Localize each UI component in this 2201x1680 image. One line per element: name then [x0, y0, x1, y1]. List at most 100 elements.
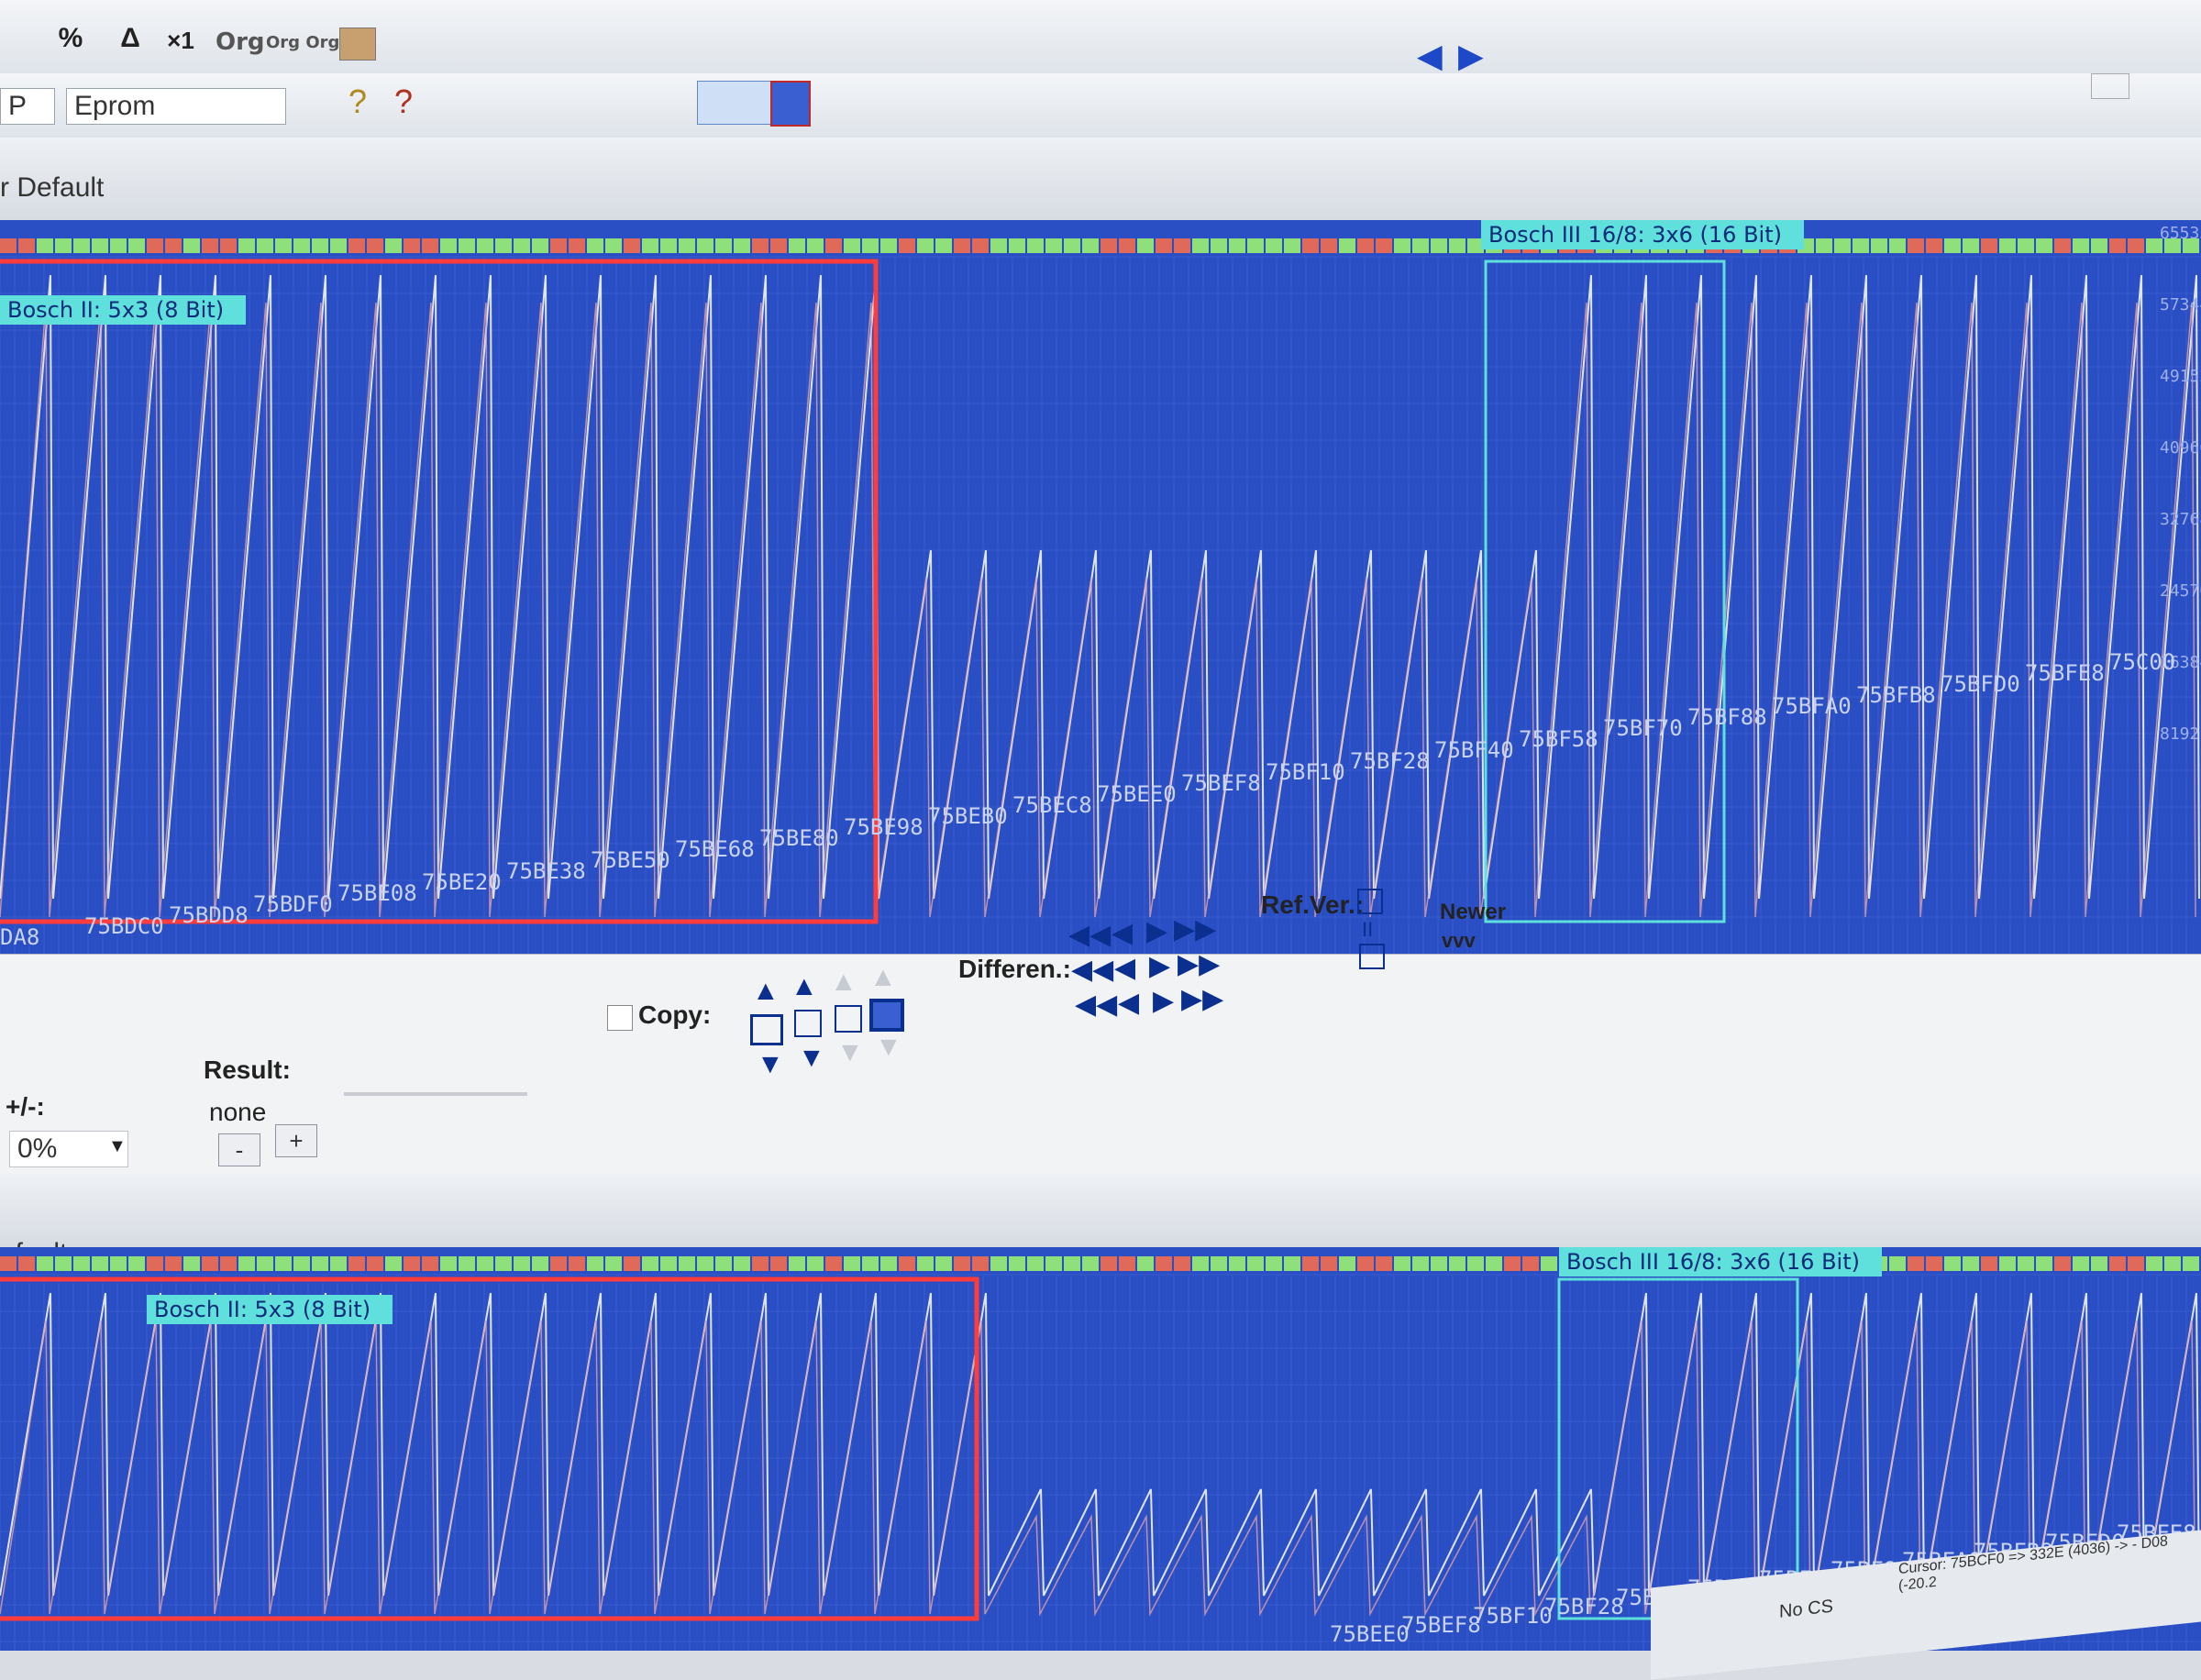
address-tick: 75BEE0: [1330, 1621, 1410, 1647]
percent-button[interactable]: %: [55, 20, 86, 57]
bottom-window-titlebar: efault: [0, 1174, 2201, 1268]
refver-label: Ref.Ver.:: [1261, 890, 1365, 919]
mode-select[interactable]: P: [0, 88, 55, 125]
view-mode-icon[interactable]: [697, 81, 781, 125]
copy-up-icon[interactable]: ▲: [752, 978, 780, 1005]
org-org-button[interactable]: Org Org: [266, 24, 339, 61]
diff-first-row3-icon[interactable]: ◀◀: [1075, 991, 1117, 1019]
copy-cols-icon[interactable]: [835, 1005, 862, 1033]
address-tick: 75BDC0: [84, 913, 164, 939]
copy-up-all-icon[interactable]: ▲: [791, 973, 818, 1000]
map-outline: [1484, 260, 1726, 923]
chevron-down-icon[interactable]: ▼: [108, 1136, 127, 1157]
address-tick: 75BF40: [1434, 737, 1514, 763]
address-tick: 75BF10: [1473, 1603, 1553, 1629]
address-tick: 75BDD8: [169, 902, 249, 928]
copy-up-disabled2-icon: ▲: [869, 962, 897, 992]
org-button[interactable]: Org: [216, 24, 265, 61]
diff-last-icon[interactable]: ▶▶: [1174, 916, 1216, 944]
context-help-icon[interactable]: ?: [394, 83, 413, 121]
address-tick: 75BF88: [1687, 704, 1767, 730]
address-tick: 75BEC8: [1012, 792, 1092, 818]
address-tick: 75BFA0: [1772, 693, 1852, 719]
svg-text:Bosch II: 5x3 (8 Bit): Bosch II: 5x3 (8 Bit): [7, 297, 224, 323]
vvv-label: vvv: [1442, 929, 1476, 952]
result-slider[interactable]: [344, 1092, 527, 1096]
address-tick: 75BE20: [422, 869, 502, 895]
top-graph[interactable]: Bosch II: 5x3 (8 Bit) Bosch III 16/8: 3x6…: [0, 220, 2201, 954]
copy-rows-icon[interactable]: [794, 1010, 822, 1037]
address-tick: 75BEE0: [1097, 781, 1177, 807]
address-tick: 75BE50: [591, 847, 670, 873]
color-swatch-icon[interactable]: [339, 28, 376, 61]
diff-prev-icon[interactable]: ◀: [1112, 920, 1133, 947]
diff-next-row2-icon[interactable]: ▶: [1149, 953, 1170, 980]
copy-checkbox[interactable]: [607, 1005, 633, 1031]
map-label-bosch-iii-bottom: Bosch III 16/8: 3x6 (16 Bit): [1559, 1247, 1882, 1277]
map-label-bosch-iii: Bosch III 16/8: 3x6 (16 Bit): [1481, 220, 1804, 249]
minimize-icon[interactable]: [2091, 73, 2129, 99]
top-graph-panel[interactable]: Bosch II: 5x3 (8 Bit) Bosch III 16/8: 3x6…: [0, 220, 2201, 954]
result-label: Result:: [204, 1056, 291, 1084]
address-tick: 75BDF0: [253, 891, 333, 917]
map-label-bosch-ii-bottom: Bosch II: 5x3 (8 Bit): [147, 1295, 393, 1324]
diff-next-row3-icon[interactable]: ▶: [1153, 988, 1174, 1015]
copy-down-icon[interactable]: ▼: [757, 1051, 784, 1078]
y-axis-tick: 57344: [2160, 295, 2201, 315]
diff-last-row3-icon[interactable]: ▶▶: [1181, 986, 1223, 1013]
diff-toolbar: +/-: 0% ▼ Result: none - + Copy: ▲ ▲ ▲ ▲…: [0, 889, 2201, 1176]
address-tick: 75BFE8: [2025, 660, 2105, 686]
plusminus-label: +/-:: [6, 1092, 45, 1121]
address-tick: 75BF70: [1603, 715, 1683, 741]
address-tick: 75BF28: [1544, 1594, 1624, 1619]
address-tick: 75BE68: [675, 836, 755, 862]
result-value: none: [209, 1098, 267, 1126]
diff-first-icon[interactable]: ◀◀: [1068, 922, 1111, 949]
newer-label: Newer: [1440, 900, 1507, 924]
copy-map-icon[interactable]: [869, 999, 904, 1032]
toolbar-second: P Eprom ? ?: [0, 73, 2201, 138]
y-axis-tick: 40960: [2160, 438, 2201, 458]
address-tick: 75BF10: [1266, 759, 1345, 785]
diff-prev-row3-icon[interactable]: ◀: [1118, 989, 1139, 1017]
address-tick: 75BEF8: [1401, 1612, 1481, 1638]
top-window-titlebar: r Default: [0, 73, 2201, 220]
address-tick: 75BFD0: [1941, 671, 2020, 697]
toolbar-top: % Δ ×1 Org Org Org ◀ ▶: [0, 0, 2201, 74]
copy-down-all-icon[interactable]: ▼: [798, 1044, 825, 1072]
y-axis-tick: 24576: [2160, 581, 2201, 601]
address-tick: 75C00: [2109, 649, 2175, 675]
address-tick: 75BE80: [759, 825, 839, 851]
address-tick: 75BFB8: [1856, 682, 1936, 708]
y-axis-tick: 8192: [2160, 724, 2199, 744]
diff-first-row2-icon[interactable]: ◀◀: [1071, 956, 1113, 984]
nav-right-icon[interactable]: ▶: [1458, 37, 1484, 75]
svg-text:Bosch III 16/8: 3x6 (16 Bit): Bosch III 16/8: 3x6 (16 Bit): [1488, 222, 1782, 248]
copy-down-disabled2-icon: ▼: [875, 1032, 902, 1062]
address-tick: 75BF28: [1350, 748, 1430, 774]
diff-next-icon[interactable]: ▶: [1146, 918, 1167, 945]
differen-label: Differen.:: [958, 955, 1071, 983]
file-select[interactable]: Eprom: [66, 88, 286, 125]
help-icon[interactable]: ?: [348, 83, 367, 121]
diff-prev-row2-icon[interactable]: ◀: [1114, 955, 1135, 982]
copy-up-disabled-icon: ▲: [830, 967, 857, 997]
refver-paste-icon[interactable]: [1359, 944, 1385, 969]
copy-block-icon[interactable]: [750, 1014, 783, 1045]
delta-button[interactable]: Δ: [115, 20, 146, 57]
checksum-status: No CS: [1779, 1596, 1833, 1622]
address-tick: 75BE98: [844, 814, 924, 840]
map-label-bosch-ii: Bosch II: 5x3 (8 Bit): [0, 295, 246, 325]
copy-label: Copy:: [638, 1000, 712, 1029]
address-tick: DA8: [0, 924, 39, 950]
refver-copy-icon[interactable]: [1357, 889, 1383, 914]
svg-text:Bosch II: 5x3 (8 Bit): Bosch II: 5x3 (8 Bit): [154, 1297, 371, 1322]
decrease-button[interactable]: -: [218, 1133, 260, 1166]
times-one-button[interactable]: ×1: [165, 22, 196, 59]
graph-view-icon[interactable]: [770, 81, 811, 127]
increase-button[interactable]: +: [275, 1124, 317, 1157]
address-tick: 75BF58: [1519, 726, 1598, 752]
trace-line: [0, 1292, 2200, 1597]
nav-left-icon[interactable]: ◀: [1417, 37, 1443, 75]
diff-last-row2-icon[interactable]: ▶▶: [1178, 951, 1220, 978]
